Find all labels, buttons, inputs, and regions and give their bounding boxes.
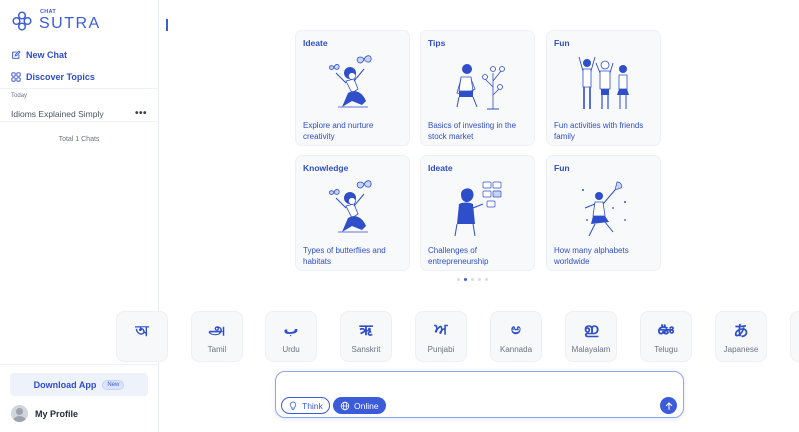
language-name: Tamil bbox=[207, 345, 227, 354]
total-chats-count: Total 1 Chats bbox=[58, 136, 100, 143]
language-tile-kannada[interactable]: ಅ Kannada bbox=[490, 311, 542, 362]
card-description: How many alphabets worldwide bbox=[554, 246, 629, 266]
language-tile-malayalam[interactable]: ഇ Malayalam bbox=[565, 311, 617, 362]
suggestion-card[interactable]: Knowledge Types of butterflies and habit… bbox=[295, 155, 410, 271]
language-glyph: ب bbox=[283, 320, 299, 338]
arrow-up-icon bbox=[665, 401, 672, 410]
logo-sutra-text: SUTRA bbox=[39, 14, 101, 32]
new-chat-button[interactable]: New Chat bbox=[11, 50, 67, 60]
language-tile-tamil[interactable]: அ Tamil bbox=[191, 311, 243, 362]
grid-icon bbox=[11, 72, 21, 82]
text-cursor bbox=[166, 19, 168, 31]
carousel-dot[interactable] bbox=[485, 278, 488, 281]
language-tile[interactable]: অ bbox=[116, 311, 168, 362]
language-name: Telugu bbox=[654, 345, 678, 354]
carousel-dot[interactable] bbox=[478, 278, 481, 281]
logo-knot-icon bbox=[12, 11, 32, 31]
language-tile-partial[interactable] bbox=[790, 311, 799, 362]
chat-title: Idioms Explained Simply bbox=[11, 108, 104, 119]
logo-chat-text: CHAT bbox=[40, 8, 57, 15]
friends-illustration bbox=[578, 56, 629, 109]
card-description: Types of butterflies and habitats bbox=[303, 246, 386, 266]
more-options-icon[interactable]: ••• bbox=[135, 108, 147, 119]
card-category: Ideate bbox=[428, 163, 453, 173]
chat-composer: Think Online bbox=[275, 371, 684, 418]
logo[interactable]: CHAT SUTRA bbox=[11, 8, 101, 32]
section-label-today: Today bbox=[11, 93, 28, 99]
language-tile-urdu[interactable]: ب Urdu bbox=[265, 311, 317, 362]
lightbulb-icon bbox=[289, 401, 297, 410]
discover-topics-button[interactable]: Discover Topics bbox=[11, 72, 95, 82]
carousel-pagination bbox=[457, 278, 488, 281]
butterfly-girl-illustration bbox=[328, 55, 372, 108]
download-app-label: Download App bbox=[33, 379, 97, 390]
message-input[interactable] bbox=[286, 378, 673, 394]
language-glyph: ਅ bbox=[434, 320, 448, 338]
send-button[interactable] bbox=[660, 397, 677, 414]
language-tile-punjabi[interactable]: ਅ Punjabi bbox=[415, 311, 467, 362]
discover-topics-label: Discover Topics bbox=[26, 72, 95, 82]
avatar bbox=[11, 405, 28, 422]
language-name: Malayalam bbox=[571, 345, 611, 354]
investor-plant-illustration bbox=[456, 64, 505, 110]
carousel-dot[interactable] bbox=[471, 278, 474, 281]
language-glyph: ऋ bbox=[359, 321, 373, 339]
suggestion-card[interactable]: Tips Basics of investing in the stock ma… bbox=[420, 30, 535, 146]
card-description: Explore and nurture creativity bbox=[303, 121, 374, 141]
language-name: Kannada bbox=[499, 345, 533, 354]
card-category: Knowledge bbox=[303, 163, 349, 173]
new-chat-label: New Chat bbox=[26, 50, 68, 60]
card-category: Fun bbox=[554, 38, 570, 48]
online-label: Online bbox=[354, 400, 379, 411]
language-name: Japanese bbox=[723, 345, 759, 354]
language-tile-japanese[interactable]: あ Japanese bbox=[715, 311, 767, 362]
card-category: Fun bbox=[554, 163, 570, 173]
language-glyph: ഇ bbox=[583, 320, 599, 338]
carousel-dot-active[interactable] bbox=[464, 278, 467, 281]
language-glyph: অ bbox=[135, 322, 149, 340]
suggestion-card[interactable]: Fun How many alphabets worldwide bbox=[546, 155, 661, 271]
new-badge: New bbox=[102, 379, 125, 390]
language-tile-sanskrit[interactable]: ऋ Sanskrit bbox=[340, 311, 392, 362]
chat-history-item[interactable]: Idioms Explained Simply ••• bbox=[0, 106, 158, 122]
think-toggle[interactable]: Think bbox=[281, 397, 330, 414]
language-name: Urdu bbox=[282, 345, 300, 354]
alphabet-dancer-illustration bbox=[582, 181, 626, 237]
language-glyph: அ bbox=[208, 320, 226, 338]
language-name: Sanskrit bbox=[351, 345, 381, 354]
card-description: Basics of investing in the stock market bbox=[428, 121, 517, 141]
language-glyph: あ bbox=[733, 322, 749, 340]
entrepreneur-board-illustration bbox=[454, 181, 502, 237]
language-glyph: ఊ bbox=[657, 320, 675, 338]
online-toggle[interactable]: Online bbox=[333, 397, 386, 414]
suggestion-card[interactable]: Fun Fun activities with friends family bbox=[546, 30, 661, 146]
card-category: Ideate bbox=[303, 38, 328, 48]
suggestion-card[interactable]: Ideate Challenges of entrepreneurship bbox=[420, 155, 535, 271]
card-description: Fun activities with friends family bbox=[554, 121, 644, 141]
card-description: Challenges of entrepreneurship bbox=[428, 246, 489, 266]
profile-label: My Profile bbox=[35, 408, 79, 419]
my-profile-button[interactable]: My Profile bbox=[11, 405, 78, 422]
sidebar: CHAT SUTRA New Chat Discover Topics Toda… bbox=[0, 0, 159, 432]
card-category: Tips bbox=[428, 38, 446, 48]
edit-icon bbox=[12, 50, 21, 59]
divider bbox=[0, 88, 158, 89]
divider bbox=[0, 364, 158, 365]
carousel-dot[interactable] bbox=[457, 278, 460, 281]
language-tile-telugu[interactable]: ఊ Telugu bbox=[640, 311, 692, 362]
butterfly-girl-illustration bbox=[328, 180, 372, 233]
language-glyph: ಅ bbox=[511, 320, 521, 338]
download-app-button[interactable]: Download App New bbox=[10, 373, 148, 396]
suggestion-card[interactable]: Ideate Explore and nurture creativity bbox=[295, 30, 410, 146]
think-label: Think bbox=[302, 400, 323, 411]
language-name: Punjabi bbox=[427, 345, 455, 354]
globe-icon bbox=[340, 401, 350, 410]
